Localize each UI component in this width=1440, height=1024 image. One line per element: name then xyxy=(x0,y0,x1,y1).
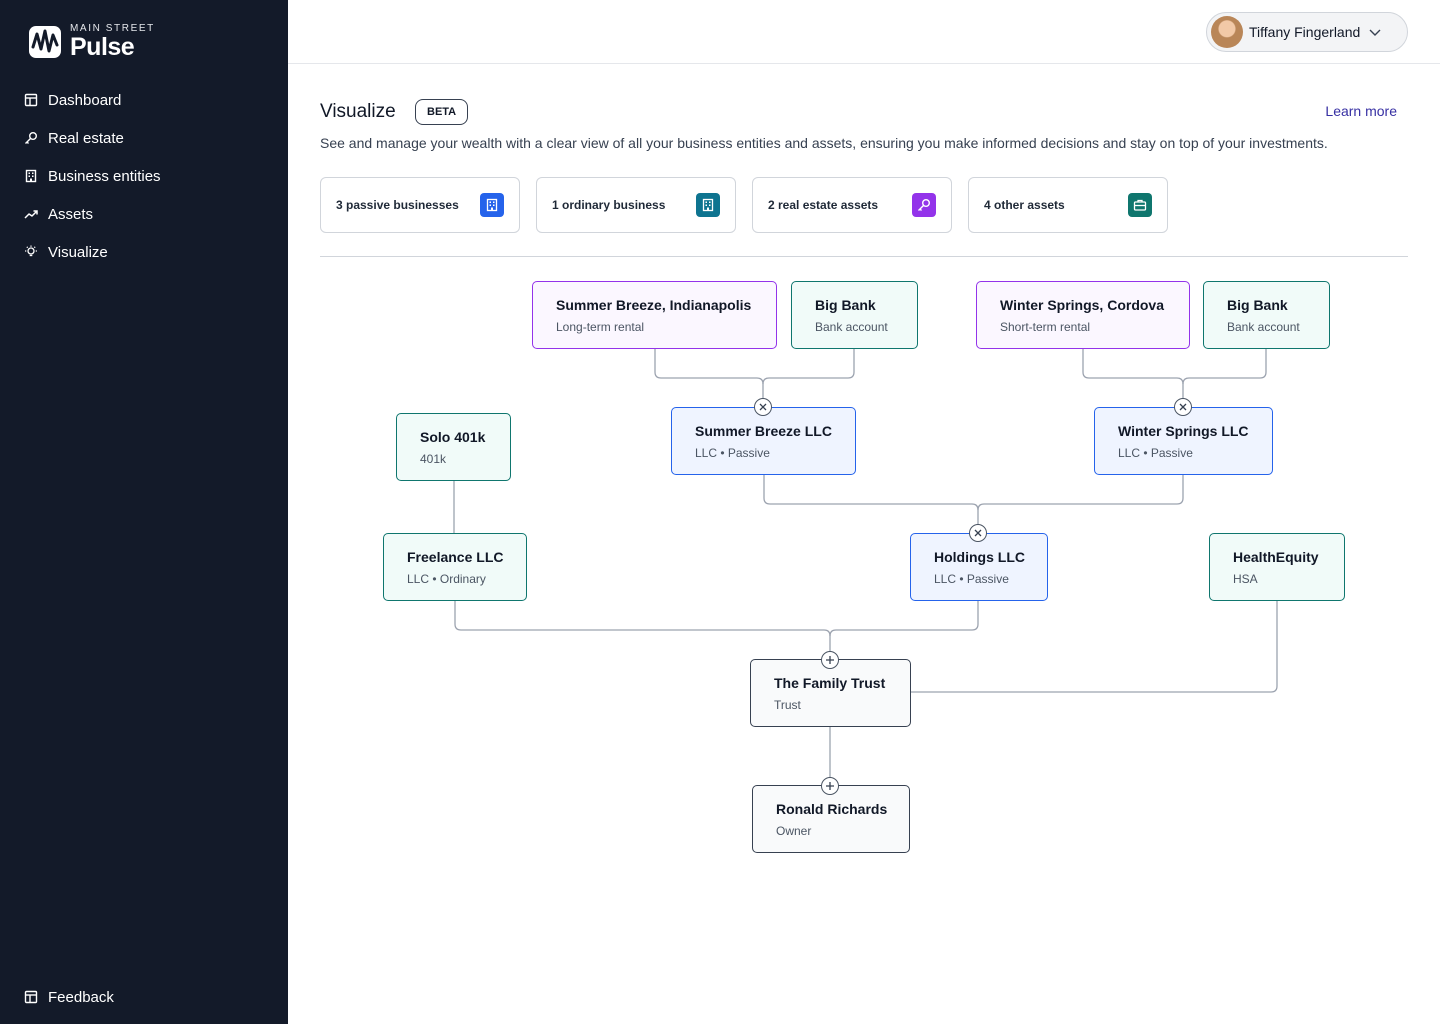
key-icon xyxy=(24,131,38,145)
plus-icon xyxy=(826,782,834,790)
expand-connector-button[interactable] xyxy=(821,651,839,669)
page-description: See and manage your wealth with a clear … xyxy=(320,135,1328,151)
node-health-equity[interactable]: HealthEquity HSA xyxy=(1209,533,1345,601)
node-summer-breeze-property[interactable]: Summer Breeze, Indianapolis Long-term re… xyxy=(532,281,777,349)
node-title: Winter Springs, Cordova xyxy=(1000,297,1165,313)
node-family-trust[interactable]: The Family Trust Trust xyxy=(750,659,911,727)
node-title: Big Bank xyxy=(1227,297,1288,313)
sidebar-item-label: Visualize xyxy=(48,243,108,261)
stat-label: 3 passive businesses xyxy=(336,198,459,212)
collapse-connector-button[interactable] xyxy=(754,398,772,416)
node-title: Big Bank xyxy=(815,297,876,313)
plus-icon xyxy=(826,656,834,664)
sidebar-item-visualize[interactable]: Visualize xyxy=(0,233,288,271)
node-summer-breeze-llc[interactable]: Summer Breeze LLC LLC • Passive xyxy=(671,407,856,475)
node-title: Winter Springs LLC xyxy=(1118,423,1249,439)
node-subtitle: Long-term rental xyxy=(556,320,645,334)
sidebar-item-assets[interactable]: Assets xyxy=(0,195,288,233)
collapse-connector-button[interactable] xyxy=(969,524,987,542)
key-icon xyxy=(912,193,936,217)
beta-badge: BETA xyxy=(415,99,469,125)
node-subtitle: LLC • Passive xyxy=(695,446,770,460)
stat-label: 1 ordinary business xyxy=(552,198,666,212)
avatar xyxy=(1211,16,1243,48)
feedback-icon xyxy=(24,990,38,1004)
trending-up-icon xyxy=(24,207,38,221)
node-title: Holdings LLC xyxy=(934,549,1025,565)
page-title: Visualize xyxy=(320,101,396,122)
sidebar-item-feedback[interactable]: Feedback xyxy=(0,978,114,1016)
learn-more-link[interactable]: Learn more xyxy=(1325,103,1397,119)
stat-passive-businesses[interactable]: 3 passive businesses xyxy=(320,177,520,233)
node-subtitle: Bank account xyxy=(815,320,888,334)
node-big-bank-1[interactable]: Big Bank Bank account xyxy=(791,281,918,349)
building-icon xyxy=(696,193,720,217)
sidebar-nav: Dashboard Real estate Business entities … xyxy=(0,81,288,271)
brand-name: Pulse xyxy=(70,33,135,61)
node-title: Solo 401k xyxy=(420,429,486,445)
chevron-down-icon xyxy=(1369,29,1381,36)
node-subtitle: LLC • Ordinary xyxy=(407,572,486,586)
collapse-connector-button[interactable] xyxy=(1174,398,1192,416)
user-name: Tiffany Fingerland xyxy=(1249,24,1361,40)
sidebar: MAIN STREET Pulse Dashboard Real estate … xyxy=(0,0,288,1024)
node-title: Summer Breeze LLC xyxy=(695,423,832,439)
sidebar-item-label: Feedback xyxy=(48,988,114,1006)
node-solo-401k[interactable]: Solo 401k 401k xyxy=(396,413,511,481)
summary-cards: 3 passive businesses 1 ordinary business… xyxy=(320,177,1168,233)
section-divider xyxy=(320,256,1408,257)
node-subtitle: Short-term rental xyxy=(1000,320,1091,334)
close-icon xyxy=(759,403,767,411)
building-icon xyxy=(480,193,504,217)
node-owner[interactable]: Ronald Richards Owner xyxy=(752,785,910,853)
sidebar-item-label: Business entities xyxy=(48,167,161,185)
node-subtitle: Owner xyxy=(776,824,812,838)
sidebar-item-business-entities[interactable]: Business entities xyxy=(0,157,288,195)
expand-connector-button[interactable] xyxy=(821,777,839,795)
node-subtitle: 401k xyxy=(420,452,447,466)
stat-label: 2 real estate assets xyxy=(768,198,879,212)
sidebar-item-real-estate[interactable]: Real estate xyxy=(0,119,288,157)
lightbulb-icon xyxy=(24,245,38,259)
node-subtitle: Trust xyxy=(774,698,801,712)
brand-logo[interactable]: MAIN STREET Pulse xyxy=(28,24,155,60)
building-icon xyxy=(24,169,38,183)
node-title: Freelance LLC xyxy=(407,549,504,565)
node-title: The Family Trust xyxy=(774,675,886,691)
stat-other-assets[interactable]: 4 other assets xyxy=(968,177,1168,233)
node-title: HealthEquity xyxy=(1233,549,1319,565)
user-menu-button[interactable]: Tiffany Fingerland xyxy=(1206,12,1408,52)
stat-label: 4 other assets xyxy=(984,198,1065,212)
stat-ordinary-business[interactable]: 1 ordinary business xyxy=(536,177,736,233)
node-subtitle: HSA xyxy=(1233,572,1258,586)
node-winter-springs-llc[interactable]: Winter Springs LLC LLC • Passive xyxy=(1094,407,1273,475)
dashboard-icon xyxy=(24,93,38,107)
node-winter-springs-property[interactable]: Winter Springs, Cordova Short-term renta… xyxy=(976,281,1190,349)
node-big-bank-2[interactable]: Big Bank Bank account xyxy=(1203,281,1330,349)
sidebar-item-label: Real estate xyxy=(48,129,124,147)
node-holdings-llc[interactable]: Holdings LLC LLC • Passive xyxy=(910,533,1048,601)
node-title: Ronald Richards xyxy=(776,801,888,817)
node-title: Summer Breeze, Indianapolis xyxy=(556,297,752,313)
node-subtitle: Bank account xyxy=(1227,320,1300,334)
close-icon xyxy=(974,529,982,537)
pulse-logo-icon xyxy=(29,26,61,58)
briefcase-icon xyxy=(1128,193,1152,217)
sidebar-item-dashboard[interactable]: Dashboard xyxy=(0,81,288,119)
sidebar-item-label: Dashboard xyxy=(48,91,122,109)
node-freelance-llc[interactable]: Freelance LLC LLC • Ordinary xyxy=(383,533,527,601)
node-subtitle: LLC • Passive xyxy=(1118,446,1193,460)
node-subtitle: LLC • Passive xyxy=(934,572,1009,586)
close-icon xyxy=(1179,403,1187,411)
stat-real-estate-assets[interactable]: 2 real estate assets xyxy=(752,177,952,233)
sidebar-item-label: Assets xyxy=(48,205,94,223)
top-bar: Tiffany Fingerland xyxy=(288,0,1440,64)
